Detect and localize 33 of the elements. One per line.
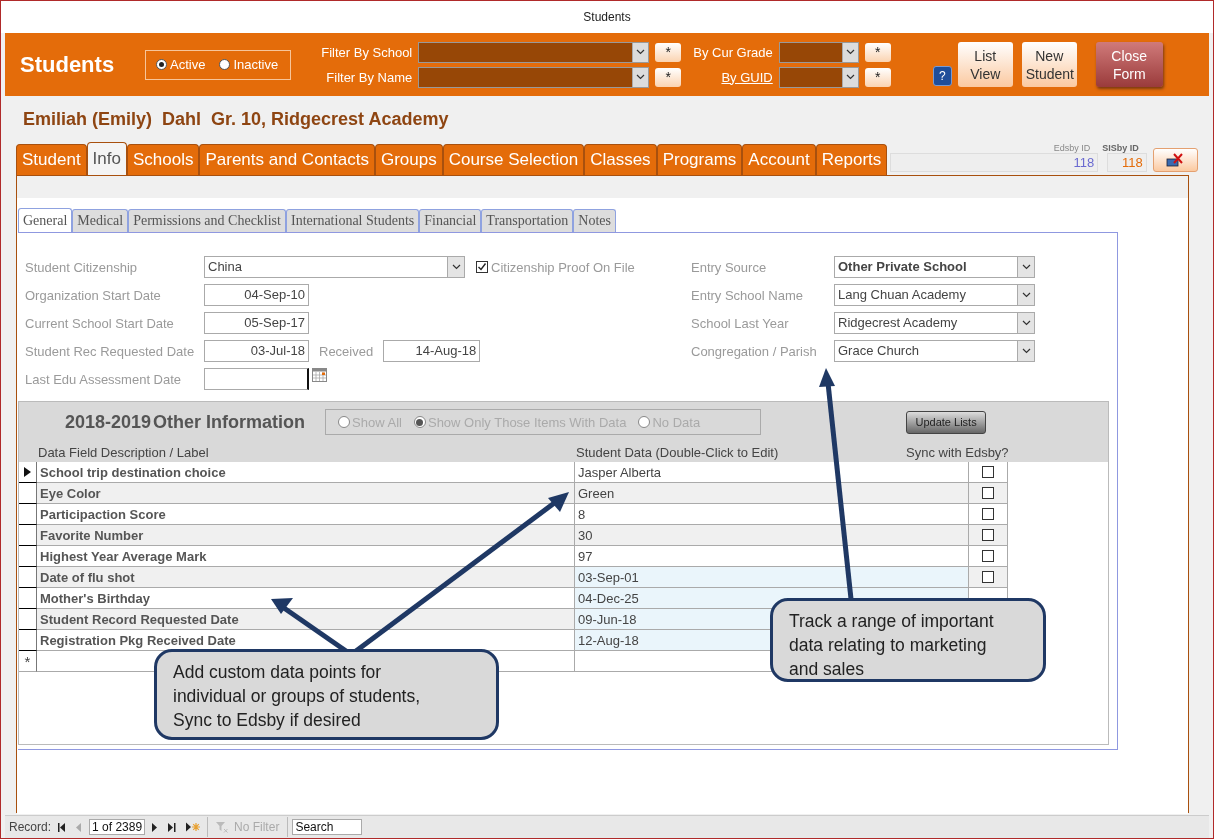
id-label: Edsby ID: [1053, 143, 1092, 153]
form-title: Students: [20, 51, 116, 78]
filter-label: Filter By School: [321, 44, 413, 60]
field-label: Entry School Name: [691, 287, 804, 303]
column-header: Data Field Description / Label: [38, 444, 210, 460]
field-label: Organization Start Date: [25, 287, 162, 303]
section-title: Other Information: [153, 411, 306, 433]
table-cell: Favorite Number: [37, 525, 575, 546]
window-title: Students: [583, 10, 631, 24]
table-cell: Eye Color: [37, 483, 575, 504]
table-cell: Student Record Requested Date: [37, 609, 575, 630]
record-label: Record:: [9, 820, 52, 834]
id-label: SISby ID: [1102, 143, 1140, 153]
column-header: Sync with Edsby?: [906, 444, 1009, 460]
field-label: Current School Start Date: [25, 315, 175, 331]
id-value: 118: [890, 153, 1099, 172]
field-label: Student Rec Requested Date: [25, 343, 196, 359]
field-label: Last Edu Assessment Date: [25, 371, 183, 387]
year-label: 2018-2019: [65, 411, 152, 433]
filter-label: By Cur Grade: [693, 44, 773, 60]
id-value: 118: [1106, 153, 1147, 172]
callout-tooltip: Track a range of important data relating to marketing and sales: [770, 598, 1046, 682]
filter-label: Filter By Name: [325, 69, 413, 85]
column-header: Student Data (Double-Click to Edit): [576, 444, 780, 460]
callout-tooltip: Add custom data points for individual or groups of students, Sync to Edsby if desired: [154, 649, 499, 740]
field-label: Received: [319, 343, 374, 359]
student-heading: Emiliah (Emily) Dahl Gr. 10, Ridgecrest Academy: [23, 108, 449, 130]
field-label: School Last Year: [691, 315, 790, 331]
checkbox-label: Citizenship Proof On File: [491, 259, 635, 275]
field-label: Congregation / Parish: [691, 343, 818, 359]
field-label: Student Citizenship: [25, 259, 138, 275]
table-cell: Date of flu shot: [37, 567, 575, 588]
field-label: Entry Source: [691, 259, 768, 275]
